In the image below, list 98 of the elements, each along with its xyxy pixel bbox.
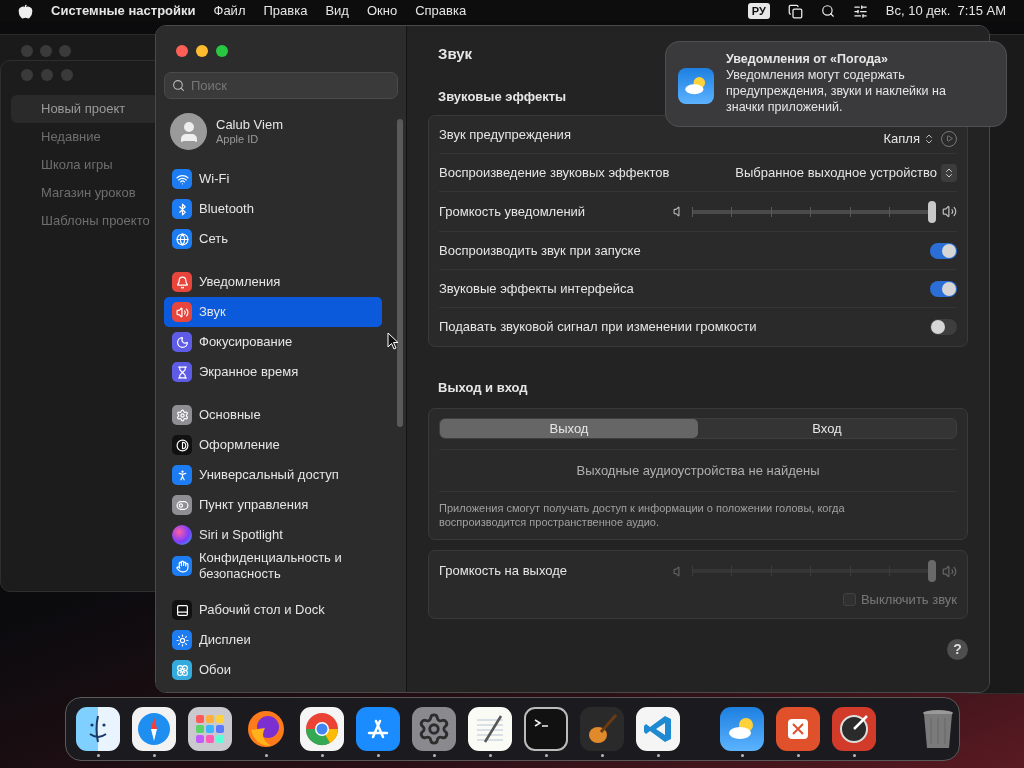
sidebar-item[interactable]: Дисплеи: [164, 625, 382, 655]
setting-label: Воспроизведение звуковых эффектов: [439, 163, 670, 182]
moon-icon: [172, 332, 192, 352]
notification-toast[interactable]: Уведомления от «Погода» Уведомления могут содержать предупреждения, звуки и наклейки на значки приложений.: [665, 41, 1007, 127]
sidebar-item[interactable]: Сеть: [164, 224, 382, 254]
checkbox-label: Выключить звук: [860, 591, 957, 609]
flower-icon: [172, 660, 192, 680]
remote-arrows-icon[interactable]: [776, 707, 820, 751]
sound-popup[interactable]: Капля: [883, 128, 935, 149]
zoom-button[interactable]: [216, 45, 228, 57]
speaker-icon: [172, 302, 192, 322]
setting-label: Звуковые эффекты интерфейса: [439, 279, 634, 298]
sidebar-item[interactable]: Оформление: [164, 430, 382, 460]
speaker-loud-icon: [942, 204, 957, 219]
page-title: Звук: [438, 44, 473, 64]
sidebar-item[interactable]: Siri и Spotlight: [164, 520, 382, 550]
ring-logo-icon[interactable]: [300, 707, 344, 751]
speaker-loud-icon: [942, 563, 957, 579]
accessibility-icon: [172, 465, 192, 485]
menu-clock[interactable]: Вс, 10 дек. 7:15 AM: [885, 1, 1006, 21]
menu-item[interactable]: Файл: [213, 1, 246, 21]
setting-label: Подавать звуковой сигнал при изменении громкости: [439, 318, 757, 337]
sidebar-item[interactable]: Звук: [164, 297, 382, 327]
toggles-icon: [172, 495, 192, 515]
sidebar-item[interactable]: Рабочий стол и Dock: [164, 595, 382, 625]
search-icon: [172, 79, 185, 92]
account-name[interactable]: Calub Viem: [216, 116, 283, 132]
contrast-icon: [172, 435, 192, 455]
setting-label: Воспроизводить звук при запуске: [439, 241, 641, 260]
hourglass-icon: [172, 362, 192, 382]
play-icon: [945, 135, 953, 142]
toggle-switch[interactable]: [930, 242, 957, 259]
setting-label: Звук предупреждения: [439, 125, 571, 144]
sidebar-item[interactable]: Wi-Fi: [164, 164, 382, 194]
minimize-button[interactable]: [196, 45, 208, 57]
bell-icon: [172, 272, 192, 292]
compass-icon[interactable]: [132, 707, 176, 751]
windows-icon[interactable]: [787, 3, 803, 19]
scrollbar[interactable]: [397, 119, 403, 427]
search-field[interactable]: Поиск: [164, 72, 398, 99]
slider-thumb[interactable]: [928, 200, 936, 223]
notification-body: Уведомления могут содержать предупреждения, звуки и наклейки на значки приложений.: [726, 67, 947, 115]
menu-item[interactable]: Окно: [366, 1, 398, 21]
account-subtitle: Apple ID: [216, 131, 260, 147]
notification-title: Уведомления от «Погода»: [726, 51, 889, 67]
toggle-switch[interactable]: [930, 280, 957, 297]
app-store-icon[interactable]: [356, 707, 400, 751]
wifi-icon: [172, 169, 192, 189]
cloud-sun-icon: [678, 68, 714, 104]
smiling-face-icon[interactable]: [76, 707, 120, 751]
guitar-icon[interactable]: [580, 707, 624, 751]
sidebar-item[interactable]: Конфиденциальность и безопасность: [164, 550, 382, 582]
sidebar-item[interactable]: Bluetooth: [164, 194, 382, 224]
setting-label: Громкость уведомлений: [439, 202, 586, 221]
app-grid-icon[interactable]: [188, 707, 232, 751]
close-button[interactable]: [176, 45, 188, 57]
gauge-icon[interactable]: [832, 707, 876, 751]
menu-item[interactable]: Правка: [263, 1, 308, 21]
menu-item[interactable]: Вид: [325, 1, 349, 21]
gear-icon[interactable]: [412, 707, 456, 751]
apple-logo-icon[interactable]: [18, 3, 33, 19]
code-editor-icon[interactable]: [636, 707, 680, 751]
gear-icon: [172, 405, 192, 425]
segment-tab[interactable]: Выход: [440, 418, 698, 438]
sidebar-item[interactable]: Обои: [164, 655, 382, 685]
dock-panel-icon: [172, 600, 192, 620]
globe-icon: [172, 229, 192, 249]
setting-label: Громкость на выходе: [439, 562, 567, 581]
device-popup[interactable]: Выбранное выходное устройство: [735, 162, 957, 183]
sidebar-item[interactable]: Экранное время: [164, 357, 382, 387]
cloud-sun-icon[interactable]: [720, 707, 764, 751]
avatar[interactable]: [170, 113, 207, 150]
input-source-badge[interactable]: РУ: [747, 2, 770, 20]
menu-app-name[interactable]: Системные настройки: [51, 1, 196, 21]
section-title: Выход и вход: [438, 379, 528, 397]
sidebar-item[interactable]: Основные: [164, 400, 382, 430]
control-center-icon[interactable]: [852, 3, 868, 19]
search-icon[interactable]: [820, 4, 835, 18]
toggle-switch[interactable]: [930, 319, 957, 335]
up-down-chevron-icon: [923, 132, 935, 145]
orb-icon: [172, 525, 192, 545]
empty-message: Выходные аудиоустройства не найдены: [575, 461, 821, 480]
sidebar-item[interactable]: Уведомления: [164, 267, 382, 297]
section-title: Звуковые эффекты: [438, 87, 567, 106]
sidebar-item[interactable]: Фокусирование: [164, 327, 382, 357]
help-button[interactable]: ?: [947, 638, 968, 660]
cursor-icon: [387, 332, 399, 350]
sun-icon: [172, 630, 192, 650]
segment-tab[interactable]: Вход: [698, 418, 956, 438]
sidebar-item[interactable]: Универсальный доступ: [164, 460, 382, 490]
note-text: Приложения смогут получать доступ к информации о положении головы, когда воспроизводится пространственное аудио.: [439, 501, 846, 529]
menu-item[interactable]: Справка: [415, 1, 467, 21]
notepad-icon[interactable]: [468, 707, 512, 751]
terminal-icon[interactable]: [524, 707, 568, 751]
bluetooth-icon: [172, 199, 192, 219]
up-down-chevron-icon: [943, 166, 955, 179]
sidebar-item[interactable]: Пункт управления: [164, 490, 382, 520]
hand-icon: [172, 556, 192, 576]
